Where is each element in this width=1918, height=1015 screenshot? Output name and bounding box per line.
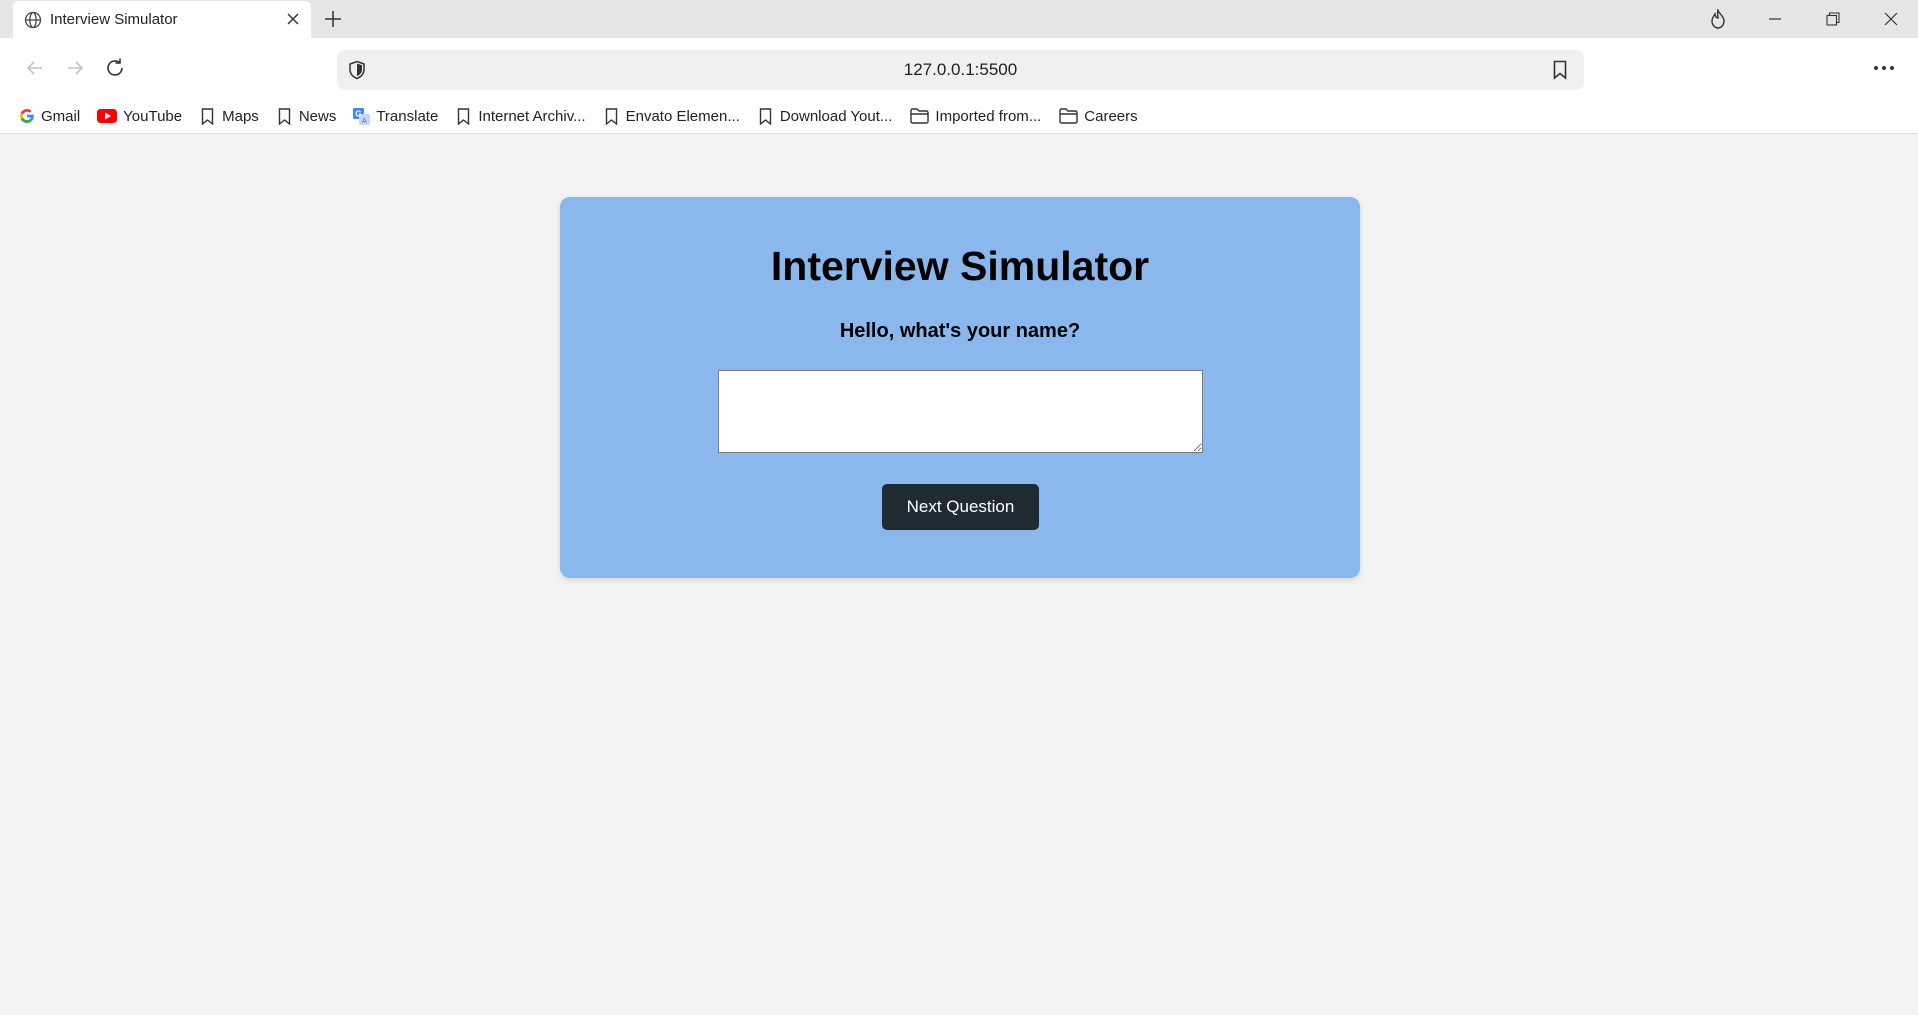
bookmark-download-youtube[interactable]: Download Yout... <box>757 107 893 125</box>
bookmark-label: Translate <box>376 107 439 125</box>
close-window-icon[interactable] <box>1878 7 1904 31</box>
page-content: Interview Simulator Hello, what's your n… <box>0 134 1918 1015</box>
bookmark-label: Gmail <box>41 107 81 125</box>
svg-text:G: G <box>356 109 362 118</box>
bookmark-icon <box>455 107 472 125</box>
youtube-icon <box>97 108 118 125</box>
new-tab-icon[interactable] <box>320 7 346 31</box>
bookmark-translate[interactable]: G A Translate <box>353 107 439 125</box>
next-question-button[interactable]: Next Question <box>882 484 1039 530</box>
more-menu-icon[interactable] <box>1869 53 1899 83</box>
bookmark-icon <box>199 107 216 125</box>
bookmark-internet-archive[interactable]: Internet Archiv... <box>455 107 586 125</box>
bookmark-page-icon[interactable] <box>1548 58 1572 82</box>
tab-title: Interview Simulator <box>50 11 178 28</box>
forward-arrow-icon[interactable] <box>60 53 90 83</box>
bookmark-envato-elements[interactable]: Envato Elemen... <box>603 108 740 125</box>
question-text: Hello, what's your name? <box>839 320 1081 342</box>
tab-strip: Interview Simulator <box>0 0 1918 38</box>
bookmark-label: News <box>298 107 337 125</box>
address-bar[interactable]: 127.0.0.1:5500 <box>337 50 1584 90</box>
bookmark-icon <box>603 107 620 125</box>
page-title: Interview Simulator <box>770 243 1150 289</box>
reload-icon[interactable] <box>100 53 130 83</box>
back-arrow-icon[interactable] <box>20 53 50 83</box>
flame-icon[interactable] <box>1705 7 1731 31</box>
bookmark-news[interactable]: News <box>276 107 337 125</box>
bookmark-icon <box>276 107 293 125</box>
globe-icon <box>23 10 43 30</box>
folder-icon <box>1058 108 1078 125</box>
folder-icon <box>909 108 929 125</box>
bookmark-icon <box>757 107 774 125</box>
bookmark-maps[interactable]: Maps <box>199 108 259 125</box>
bookmark-gmail[interactable]: Gmail <box>18 108 80 125</box>
minimize-icon[interactable] <box>1762 7 1788 31</box>
interview-card: Interview Simulator Hello, what's your n… <box>560 197 1360 578</box>
browser-toolbar: 127.0.0.1:5500 <box>0 38 1918 99</box>
bookmark-label: Maps <box>222 107 259 125</box>
bookmark-youtube[interactable]: YouTube <box>97 108 182 125</box>
bookmark-label: YouTube <box>123 107 183 125</box>
bookmarks-bar: Gmail YouTube Maps News G A Translate In… <box>0 99 1918 134</box>
bookmark-folder-careers[interactable]: Careers <box>1058 107 1138 125</box>
svg-text:A: A <box>362 118 367 125</box>
bookmark-label: Internet Archiv... <box>478 107 586 125</box>
gmail-icon <box>18 108 35 125</box>
browser-tab[interactable]: Interview Simulator <box>13 1 311 38</box>
translate-icon: G A <box>353 107 371 125</box>
bookmark-folder-imported[interactable]: Imported from... <box>909 108 1041 125</box>
restore-icon[interactable] <box>1820 7 1846 31</box>
bookmark-label: Download Yout... <box>779 107 893 125</box>
bookmark-label: Envato Elemen... <box>625 107 740 125</box>
bookmark-label: Imported from... <box>935 107 1042 125</box>
close-tab-icon[interactable] <box>283 9 303 29</box>
answer-textarea[interactable] <box>718 370 1203 453</box>
bookmark-label: Careers <box>1084 107 1138 125</box>
url-text: 127.0.0.1:5500 <box>903 60 1018 79</box>
